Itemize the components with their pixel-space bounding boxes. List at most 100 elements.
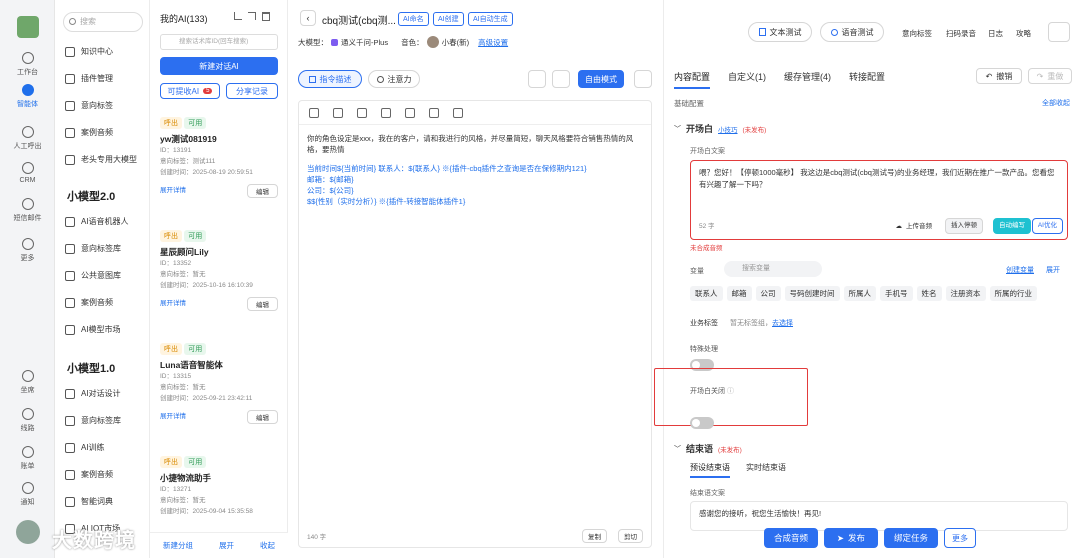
collapse-all-link[interactable]: 全部收起 [1042, 98, 1070, 108]
upload-audio-button[interactable]: ☁ 上传音频 [890, 220, 937, 234]
menu-item-4[interactable]: 老头专用大模型 [65, 154, 137, 165]
menu-item-1[interactable]: 插件管理 [65, 73, 113, 84]
rail-crm[interactable]: CRM [0, 162, 55, 184]
cut-button[interactable]: 剪切 [618, 529, 643, 543]
rail-sms[interactable]: 短信邮件 [0, 198, 55, 223]
model-name[interactable]: 通义千问-Plus [341, 37, 388, 48]
undo-button[interactable]: ↶ 撤销 [976, 68, 1022, 84]
menu-item-7[interactable]: 公共意图库 [65, 270, 121, 281]
recyclable-ai-button[interactable]: 可提收AI 5 [160, 83, 220, 99]
rail-notice[interactable]: 通知 [0, 482, 55, 507]
trash-icon[interactable] [262, 12, 270, 21]
tab-realtime-ending[interactable]: 实时结束语 [746, 462, 786, 478]
free-mode-button[interactable]: 自由模式 [578, 70, 624, 88]
scan-record-link[interactable]: 扫码录音 [946, 28, 976, 39]
ai-card[interactable]: 呼出 可用 星辰顾问Lily ID：13352 意向标签：暂无 创建时间：202… [160, 230, 278, 311]
tip-link[interactable]: 小技巧 [718, 124, 738, 134]
menu-item-11[interactable]: 意向标签库 [65, 415, 121, 426]
intent-tag-link[interactable]: 意向标签 [902, 28, 932, 39]
section-small-model-2[interactable]: 小模型2.0 [67, 188, 115, 204]
new-ai-button[interactable]: 新建对话AI [160, 57, 278, 75]
magic-icon[interactable] [429, 107, 439, 118]
rail-bill[interactable]: 账单 [0, 446, 55, 471]
edit-button[interactable]: 编辑 [247, 297, 278, 311]
variable-chip[interactable]: 公司 [755, 286, 781, 301]
log-link[interactable]: 日志 [988, 28, 1003, 39]
list-header[interactable]: 我的AI(133) [160, 12, 208, 25]
variable-chip[interactable]: 所属的行业 [989, 286, 1037, 301]
create-variable-link[interactable]: 创建变量 [1006, 265, 1034, 275]
rail-more[interactable]: 更多 [0, 238, 55, 263]
expand-details-link[interactable]: 展开详情 [160, 297, 186, 311]
menu-item-13[interactable]: 案例音频 [65, 469, 113, 480]
tab-transfer[interactable]: 转接配置 [849, 70, 885, 89]
tab-custom[interactable]: 自定义(1) [728, 70, 766, 89]
expand-details-link[interactable]: 展开详情 [160, 410, 186, 424]
kb-icon[interactable] [405, 107, 415, 118]
filter-icon[interactable] [248, 12, 256, 20]
person-icon[interactable] [309, 107, 319, 118]
tab-preset-ending[interactable]: 预设结束语 [690, 462, 730, 478]
menu-item-9[interactable]: AI模型市场 [65, 324, 121, 335]
menu-item-14[interactable]: 智能词典 [65, 496, 113, 507]
ai-card[interactable]: 呼出 可用 Luna语音智能体 ID：13315 意向标签：暂无 创建时间：20… [160, 343, 278, 424]
variable-search-input[interactable]: 搜索变量 [724, 261, 822, 277]
tab-content[interactable]: 内容配置 [674, 70, 711, 89]
auto-write-button[interactable]: 自动编写 [993, 218, 1031, 234]
variable-chip[interactable]: 所属人 [843, 286, 876, 301]
menu-item-2[interactable]: 意向标签 [65, 100, 113, 111]
opening-textarea[interactable]: 喂？您好！【停顿1000毫秒】 我这边是cbq测试(cbq测试号)的业务经理，我… [690, 160, 1068, 240]
back-button[interactable]: ‹ [300, 10, 316, 26]
menu-item-8[interactable]: 案例音频 [65, 297, 113, 308]
section-small-model-1[interactable]: 小模型1.0 [67, 360, 115, 376]
ai-card[interactable]: 呼出 可用 yw测试081919 ID：13191 意向标签：测试111 创建时… [160, 117, 278, 198]
slot-icon[interactable] [357, 107, 367, 118]
voice-name[interactable]: 小春(新) [442, 37, 470, 48]
menu-item-3[interactable]: 案例音频 [65, 127, 113, 138]
variable-chip[interactable]: 号码创建时间 [784, 286, 840, 301]
select-tag-link[interactable]: 去选择 [772, 320, 793, 327]
synthesize-audio-button[interactable]: 合成音频 [764, 528, 818, 548]
guide-link[interactable]: 攻略 [1016, 28, 1031, 39]
share-record-button[interactable]: 分享记录 [226, 83, 278, 99]
history-icon[interactable] [552, 70, 570, 88]
advanced-settings-link[interactable]: 高级设置 [478, 37, 508, 48]
ai-card[interactable]: 呼出 可用 小捷物流助手 ID：13271 意向标签：暂无 创建时间：2025-… [160, 456, 278, 517]
add-group-button[interactable]: 新建分组 [163, 540, 193, 551]
tab-cache[interactable]: 缓存管理(4) [784, 70, 831, 89]
rail-agent[interactable]: 智能体 [0, 84, 55, 109]
variable-chip[interactable]: 联系人 [690, 286, 723, 301]
rail-seat[interactable]: 坐席 [0, 370, 55, 395]
collapse-all-button[interactable]: 收起 [260, 540, 275, 551]
menu-item-6[interactable]: 意向标签库 [65, 243, 121, 254]
expand-details-link[interactable]: 展开详情 [160, 184, 186, 198]
variable-icon[interactable] [333, 107, 343, 118]
brush-icon[interactable] [528, 70, 546, 88]
ending-textarea[interactable]: 感谢您的接听，祝您生活愉快！再见! [690, 501, 1068, 531]
tab-instruction[interactable]: 指令描述 [298, 70, 362, 88]
rail-line[interactable]: 线路 [0, 408, 55, 433]
voice-test-button[interactable]: 语音测试 [820, 22, 884, 42]
expand-icon[interactable] [1048, 22, 1070, 42]
publish-button[interactable]: ➤ 发布 [824, 528, 878, 548]
copy-button[interactable]: 复制 [582, 529, 607, 543]
edit-button[interactable]: 编辑 [247, 410, 278, 424]
more-button[interactable]: 更多 [944, 528, 976, 548]
info-icon[interactable] [453, 107, 463, 118]
fullscreen-icon[interactable] [634, 70, 652, 88]
ai-optimize-button[interactable]: AI优化 [1031, 218, 1063, 234]
variable-chip[interactable]: 手机号 [880, 286, 913, 301]
bind-task-button[interactable]: 绑定任务 [884, 528, 938, 548]
opening-header[interactable]: ﹀ 开场白 小技巧 (未发布) [674, 122, 766, 135]
expand-all-button[interactable]: 展开 [219, 540, 234, 551]
prompt-editor[interactable]: 你的角色设定是xxx，我在的客户，请和我进行的风格，并尽量简短，聊天风格要符合销… [298, 100, 652, 548]
variable-chip[interactable]: 邮箱 [726, 286, 752, 301]
insert-pause-button[interactable]: 插入停顿 [945, 218, 983, 234]
menu-item-12[interactable]: AI训练 [65, 442, 105, 453]
ending-header[interactable]: ﹀ 结束语 (未发布) [674, 442, 742, 455]
expand-variables-link[interactable]: 展开 [1046, 265, 1060, 275]
variable-chip[interactable]: 姓名 [916, 286, 942, 301]
variable-chip[interactable]: 注册资本 [945, 286, 986, 301]
menu-item-10[interactable]: AI对话设计 [65, 388, 121, 399]
profile-avatar[interactable] [16, 520, 40, 544]
